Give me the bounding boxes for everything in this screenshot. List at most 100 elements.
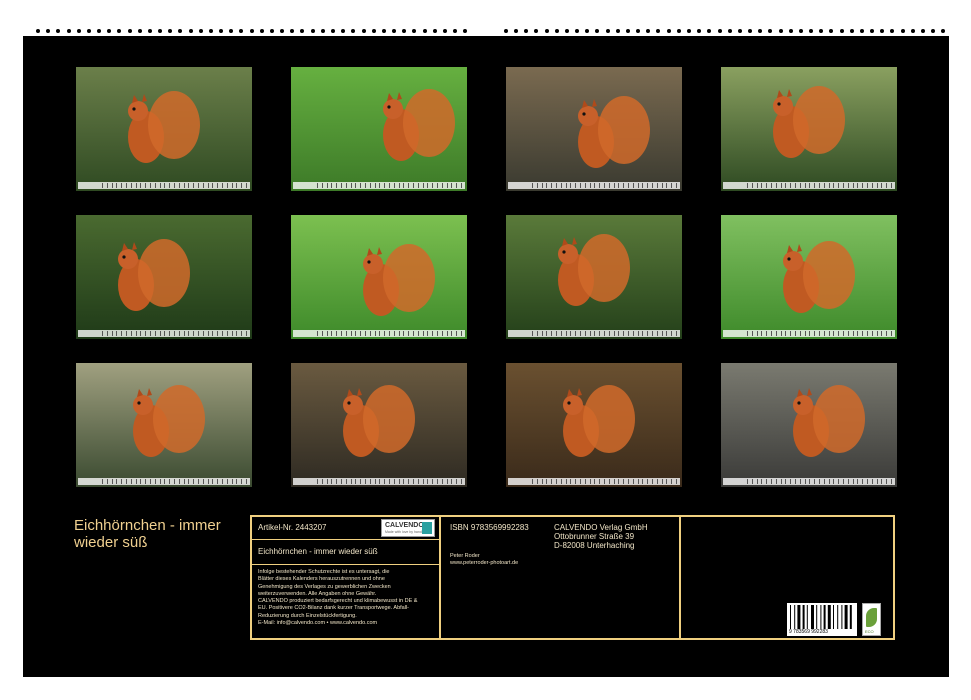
barcode: 9 783569 992283: [787, 603, 857, 636]
binding-hole: [910, 29, 915, 33]
binding-hole: [178, 29, 183, 33]
logo-subtext: Made with love by hand: [385, 530, 422, 534]
binding-hole: [920, 29, 925, 33]
calendar-subtitle: Eichhörnchen - immer wieder süß: [258, 547, 378, 556]
binding-hole: [168, 29, 173, 33]
eco-label: ECO: [865, 629, 874, 634]
month-photo-januar: [76, 67, 252, 191]
binding-hole: [870, 29, 875, 33]
binding-hole: [127, 29, 132, 33]
binding-hole: [758, 29, 763, 33]
month-date-strip: [723, 182, 895, 189]
binding-hole: [809, 29, 814, 33]
month-photo-april: [721, 67, 897, 191]
squirrel-photo-icon: [721, 363, 897, 487]
binding-hole: [564, 29, 569, 33]
binding-hole: [381, 29, 386, 33]
logo-mark-icon: [422, 522, 432, 534]
binding-hole: [819, 29, 824, 33]
binding-hole: [595, 29, 600, 33]
binding-hole: [371, 29, 376, 33]
binding-hole: [330, 29, 335, 33]
binding-hole: [737, 29, 742, 33]
binding-hole: [636, 29, 641, 33]
author-url: www.peterroder-photoart.de: [450, 560, 519, 566]
binding-hole: [188, 29, 193, 33]
legal-line: Reduzierung durch Einzelstückfertigung.: [258, 612, 357, 619]
month-date-strip: [78, 182, 250, 189]
binding-hole: [829, 29, 834, 33]
month-photo-märz: [506, 67, 682, 191]
binding-hole: [717, 29, 722, 33]
binding-hole: [859, 29, 864, 33]
binding-hole: [941, 29, 946, 33]
month-date-strip: [508, 330, 680, 337]
binding-hole: [280, 29, 285, 33]
month-photo-dezember: [721, 363, 897, 487]
binding-hole: [463, 29, 468, 33]
binding-hole: [290, 29, 295, 33]
squirrel-photo-icon: [506, 215, 682, 339]
binding-hole: [666, 29, 671, 33]
legal-line: weiterzuverwenden. Alle Angaben ohne Gew…: [258, 590, 377, 597]
squirrel-photo-icon: [721, 67, 897, 191]
binding-hole: [707, 29, 712, 33]
month-date-strip: [293, 182, 465, 189]
squirrel-photo-icon: [76, 363, 252, 487]
binding-hole: [36, 29, 40, 33]
month-date-strip: [508, 478, 680, 485]
binding-hole: [900, 29, 905, 33]
calvendo-logo: CALVENDO Made with love by hand: [381, 519, 435, 537]
eco-badge-icon: ECO: [862, 603, 881, 636]
month-date-strip: [78, 478, 250, 485]
binding-hole: [341, 29, 346, 33]
binding-hole: [605, 29, 610, 33]
binding-hole: [249, 29, 254, 33]
binding-hole: [768, 29, 773, 33]
article-number: Artikel-Nr. 2443207: [258, 523, 327, 532]
binding-hole: [656, 29, 661, 33]
squirrel-photo-icon: [76, 215, 252, 339]
month-photo-august: [721, 215, 897, 339]
legal-line: E-Mail: info@calvendo.com • www.calvendo…: [258, 620, 378, 627]
binding-hole: [402, 29, 407, 33]
binding-hole: [931, 29, 936, 33]
binding-hole: [147, 29, 152, 33]
isbn: ISBN 9783569992283: [450, 523, 529, 532]
binding-hole: [320, 29, 325, 33]
binding-hole: [697, 29, 702, 33]
binding-hole: [676, 29, 681, 33]
month-date-strip: [723, 478, 895, 485]
squirrel-photo-icon: [721, 215, 897, 339]
binding-hole: [422, 29, 427, 33]
squirrel-photo-icon: [506, 363, 682, 487]
binding-hole: [351, 29, 356, 33]
squirrel-photo-icon: [291, 67, 467, 191]
info-box: Artikel-Nr. 2443207 CALVENDO Made with l…: [250, 515, 895, 640]
binding-hole: [727, 29, 732, 33]
binding-hole: [300, 29, 305, 33]
month-date-strip: [508, 182, 680, 189]
binding-hole: [392, 29, 397, 33]
binding-hole: [76, 29, 81, 33]
month-date-strip: [293, 330, 465, 337]
binding-hole: [748, 29, 753, 33]
month-photo-november: [506, 363, 682, 487]
binding-hole: [97, 29, 102, 33]
publisher-city: D-82008 Unterhaching: [554, 541, 635, 550]
squirrel-photo-icon: [506, 67, 682, 191]
binding-hole: [361, 29, 366, 33]
binding-hole: [219, 29, 224, 33]
binding-hole: [514, 29, 519, 33]
binding-hole: [198, 29, 203, 33]
month-photo-oktober: [291, 363, 467, 487]
calendar-title: Eichhörnchen - immer wieder süß: [74, 517, 221, 551]
binding-hole: [412, 29, 417, 33]
binding-hole: [432, 29, 437, 33]
binding-hole: [56, 29, 61, 33]
binding-hole: [137, 29, 142, 33]
binding-hole: [585, 29, 590, 33]
binding-hole: [554, 29, 559, 33]
binding-hole: [524, 29, 529, 33]
binding-hole: [229, 29, 234, 33]
